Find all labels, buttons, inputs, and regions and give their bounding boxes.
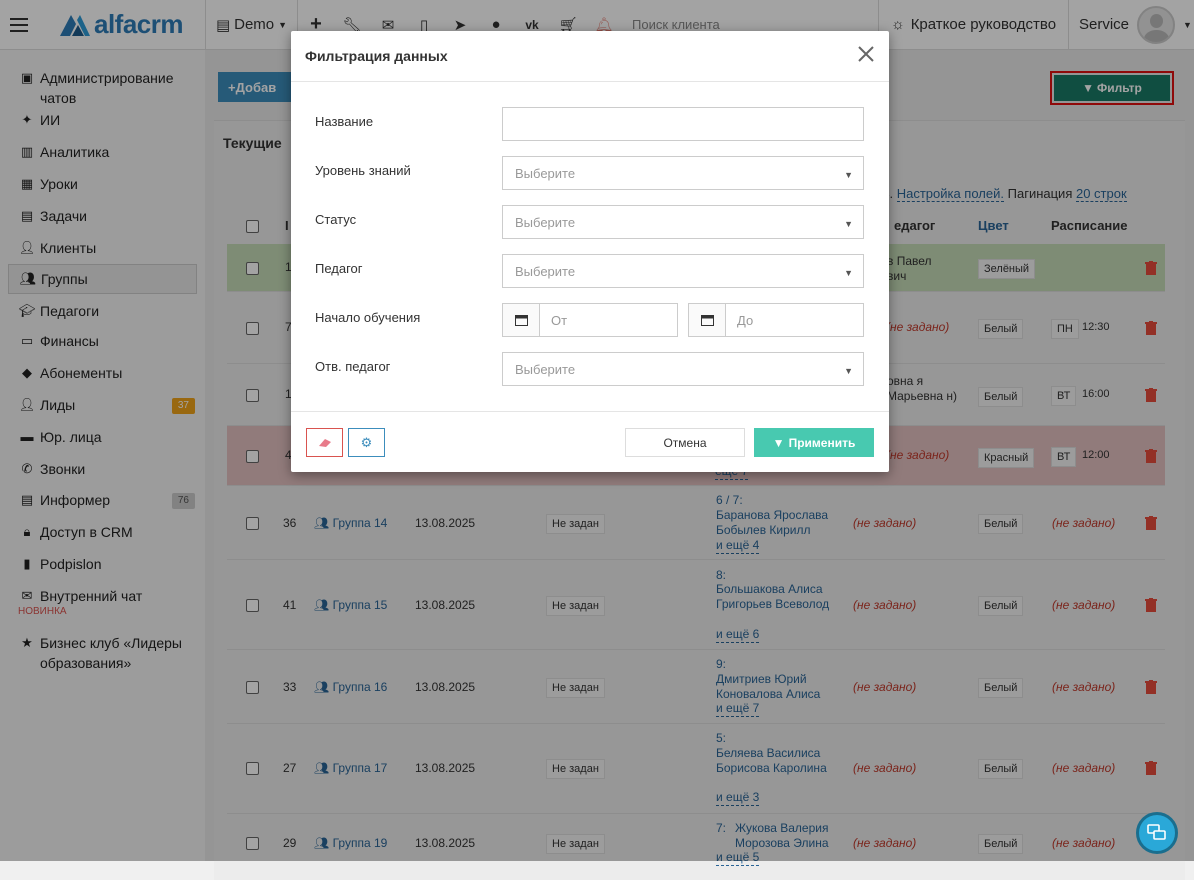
status-placeholder: Выберите — [515, 214, 576, 230]
status-select[interactable]: Выберите ▼ — [502, 205, 864, 239]
level-label: Уровень знаний — [315, 163, 411, 178]
status-row: Статус Выберите ▼ — [291, 205, 889, 239]
cancel-button[interactable]: Отмена — [625, 428, 745, 457]
chevron-down-icon: ▼ — [844, 268, 853, 278]
resp-placeholder: Выберите — [515, 361, 576, 377]
apply-label: Применить — [788, 435, 856, 450]
calendar-icon[interactable] — [503, 304, 540, 336]
chevron-down-icon: ▼ — [844, 170, 853, 180]
filter-icon: ▼ — [772, 435, 785, 450]
status-label: Статус — [315, 212, 357, 227]
calendar-icon[interactable] — [689, 304, 726, 336]
start-from-input[interactable]: От — [502, 303, 678, 337]
resp-label: Отв. педагог — [315, 359, 391, 374]
eraser-icon — [318, 438, 331, 447]
modal-header: Фильтрация данных — [291, 31, 889, 82]
apply-button[interactable]: ▼ Применить — [754, 428, 874, 457]
start-label: Начало обучения — [315, 310, 421, 325]
resp-teacher-select[interactable]: Выберите ▼ — [502, 352, 864, 386]
modal-footer: ⚙ Отмена ▼ Применить — [291, 411, 889, 472]
name-input[interactable] — [502, 107, 864, 141]
teacher-select[interactable]: Выберите ▼ — [502, 254, 864, 288]
start-to-input[interactable]: До — [688, 303, 864, 337]
clear-filter-button[interactable] — [306, 428, 343, 457]
teacher-placeholder: Выберите — [515, 263, 576, 279]
chat-bubbles-icon — [1147, 824, 1166, 840]
resp-teacher-row: Отв. педагог Выберите ▼ — [291, 352, 889, 386]
name-label: Название — [315, 114, 374, 129]
level-select[interactable]: Выберите ▼ — [502, 156, 864, 190]
teacher-row: Педагог Выберите ▼ — [291, 254, 889, 288]
modal-title: Фильтрация данных — [305, 48, 448, 64]
start-to-placeholder: До — [737, 313, 754, 328]
teacher-label: Педагог — [315, 261, 363, 276]
start-from-placeholder: От — [551, 313, 568, 328]
name-row: Название — [291, 107, 889, 141]
chevron-down-icon: ▼ — [844, 366, 853, 376]
chat-widget-button[interactable] — [1136, 812, 1178, 854]
chevron-down-icon: ▼ — [844, 219, 853, 229]
close-icon[interactable] — [857, 45, 875, 63]
filter-modal: Фильтрация данных Название Уровень знани… — [291, 31, 889, 472]
level-placeholder: Выберите — [515, 165, 576, 181]
level-row: Уровень знаний Выберите ▼ — [291, 156, 889, 190]
gear-icon: ⚙ — [360, 434, 373, 450]
filter-settings-button[interactable]: ⚙ — [348, 428, 385, 457]
start-date-row: Начало обучения От До — [291, 303, 889, 337]
